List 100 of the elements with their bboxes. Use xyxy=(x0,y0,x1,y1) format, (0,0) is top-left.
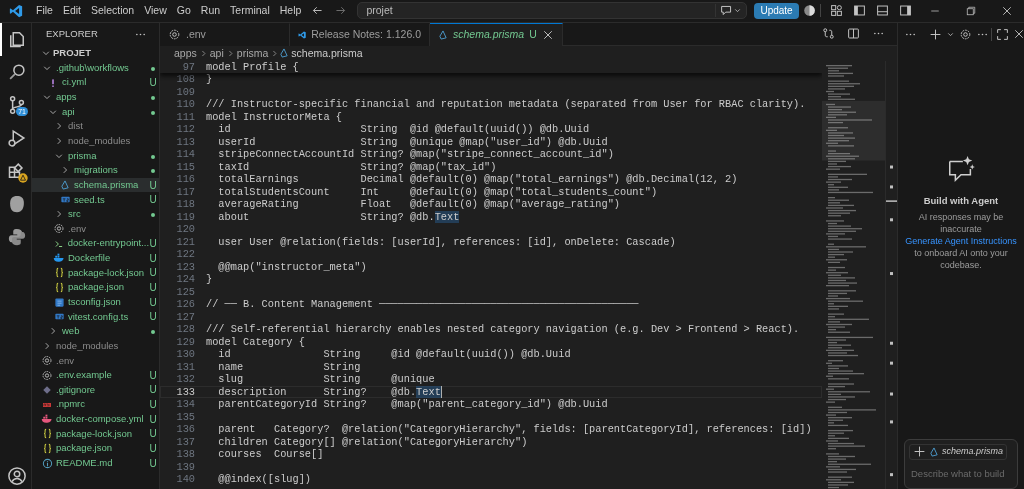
explorer-entry[interactable]: package.json U xyxy=(32,441,159,456)
breadcrumb-item[interactable]: api xyxy=(209,45,224,62)
python-icon xyxy=(7,227,27,248)
chat-icon xyxy=(720,4,734,18)
code-line: /// Self-referential hierarchy enables nested category navigation (e.g. Dev > Frontend > React). xyxy=(206,323,800,336)
app-icon xyxy=(7,194,27,215)
explorer-entry[interactable]: seed.ts U xyxy=(32,192,159,207)
code-line: slug String @unique xyxy=(217,373,435,386)
chat-input-field[interactable]: Describe what to build xyxy=(909,466,1013,481)
explorer-entry[interactable]: package.json U xyxy=(32,280,159,295)
explorer-entry[interactable]: Dockerfile U xyxy=(32,250,159,266)
explorer-folder[interactable]: api xyxy=(32,104,159,120)
run-debug-icon xyxy=(7,128,27,149)
folder-header[interactable]: PROJET xyxy=(32,45,159,61)
json-file-icon xyxy=(53,267,65,279)
editor-tab[interactable]: .env xyxy=(160,22,290,46)
explorer-entry[interactable]: vitest.config.ts U xyxy=(32,309,159,325)
breadcrumb-item[interactable]: apps xyxy=(174,45,197,62)
explorer-entry[interactable]: tsconfig.json U xyxy=(32,294,159,310)
status-dot-icon xyxy=(149,167,157,176)
menu-item[interactable]: Run xyxy=(195,3,226,19)
menu-item[interactable]: Terminal xyxy=(225,3,275,19)
explorer-entry[interactable]: package-lock.json U xyxy=(32,426,159,442)
code-line: stripeConnectAccountId String? @map("stripe_connect_account_id") xyxy=(217,148,614,161)
account-icon xyxy=(7,466,27,486)
source-control-icon xyxy=(7,95,27,116)
status-dot-icon xyxy=(149,152,157,161)
explorer-entry[interactable]: .npmrc U xyxy=(32,397,159,412)
explorer-entry[interactable]: README.md U xyxy=(32,455,159,471)
explorer-entry[interactable]: .env.example U xyxy=(32,368,159,383)
explorer-entry[interactable]: schema.prisma U xyxy=(32,177,159,193)
explorer-entry[interactable]: docker-compose.yml U xyxy=(32,411,159,427)
menu-item[interactable]: Help xyxy=(274,3,307,19)
menu-item[interactable]: Selection xyxy=(86,3,140,19)
breadcrumb-item[interactable]: schema.prisma xyxy=(291,45,363,62)
status-dot-icon xyxy=(149,64,157,73)
explorer-folder[interactable]: dist xyxy=(32,119,159,134)
customize-layout-icon xyxy=(830,4,843,18)
docker-compose-file-icon xyxy=(41,413,53,426)
breadcrumb-item[interactable]: prisma xyxy=(236,45,269,62)
explorer-folder[interactable]: src xyxy=(32,206,159,222)
close-icon xyxy=(1001,4,1013,17)
restore-icon xyxy=(965,4,977,17)
code-line: taxId String? @map("tax_id") xyxy=(217,160,497,174)
docker-file-icon xyxy=(53,252,65,265)
line-number: 112 xyxy=(175,123,196,136)
explorer-folder[interactable]: migrations xyxy=(32,163,159,178)
search-field[interactable]: projet xyxy=(358,3,689,19)
code-line: parent Category? @relation("CategoryHierarchy", fields: [parentCategoryId], references: [id]) xyxy=(217,423,812,436)
explorer-folder[interactable]: apps xyxy=(32,89,159,105)
line-number: 134 xyxy=(175,398,196,411)
explorer-folder[interactable]: web xyxy=(32,324,159,339)
chevron-right-icon xyxy=(270,48,280,58)
menu-item[interactable]: View xyxy=(139,3,172,19)
explorer-entry[interactable]: .env xyxy=(32,353,159,368)
menu-item[interactable]: Edit xyxy=(57,3,86,19)
code-line: totalEarnings Decimal @default(0) @map("total_earnings") @db.Decimal(12, 2) xyxy=(217,173,738,186)
line-number: 138 xyxy=(175,448,196,461)
code-line: totalStudentsCount Int @default(0) @map("total_students_count") xyxy=(217,185,658,199)
code-line: courses Course[] xyxy=(217,448,324,461)
explorer-entry[interactable]: ci.yml U xyxy=(32,75,159,90)
code-line: model InstructorMeta { xyxy=(206,110,342,124)
code-line: id String @id @default(uuid()) @db.Uuid xyxy=(217,348,571,361)
code-line: id String @id @default(uuid()) @db.Uuid xyxy=(217,123,590,136)
code-line: description String? @db.Text xyxy=(217,385,441,399)
code-line: model Category { xyxy=(206,335,305,349)
settings-file-icon xyxy=(41,368,53,382)
menu-item[interactable]: File xyxy=(31,3,58,19)
line-number: 135 xyxy=(175,410,196,424)
split-editor-icon xyxy=(847,27,860,41)
line-number: 126 xyxy=(175,298,196,311)
menu-item[interactable]: Go xyxy=(171,3,196,19)
code-line: @@index([slug]) xyxy=(217,473,312,486)
chat-input-box[interactable]: schema.prisma Describe what to build xyxy=(904,439,1018,489)
chat-title: Build with Agent xyxy=(923,193,999,208)
explorer-entry[interactable]: .env xyxy=(32,221,159,237)
compare-changes-icon xyxy=(822,27,835,41)
line-number: 120 xyxy=(175,223,196,236)
agent-instructions-link[interactable]: Generate Agent Instructions xyxy=(905,234,1017,247)
chevron-right-icon xyxy=(54,121,64,132)
update-button[interactable]: Update xyxy=(754,2,799,19)
explorer-folder[interactable]: prisma xyxy=(32,148,159,164)
editor-tab[interactable]: schema.prisma U xyxy=(430,22,563,46)
explorer-entry[interactable]: docker-entrypoint...U xyxy=(32,236,159,251)
line-number: 108 xyxy=(175,73,196,86)
line-number: 125 xyxy=(175,285,196,299)
explorer-entry[interactable]: .gitignore U xyxy=(32,382,159,398)
explorer-folder[interactable]: node_modules xyxy=(32,338,159,354)
status-dot-icon xyxy=(149,211,157,220)
editor-tab[interactable]: Release Notes: 1.126.0 xyxy=(290,22,430,46)
status-dot-icon xyxy=(149,94,157,102)
code-line: // ── B. Content Management ────────────────────────────────────────── xyxy=(206,298,639,311)
explorer-folder[interactable]: node_modules xyxy=(32,133,159,149)
context-file-chip[interactable]: schema.prisma xyxy=(909,444,1008,460)
maximize-button[interactable] xyxy=(991,27,1011,41)
line-number: 121 xyxy=(175,235,196,249)
command-center-field[interactable]: projet xyxy=(357,2,748,20)
explorer-folder[interactable]: .github\workflows xyxy=(32,60,159,76)
line-number: 131 xyxy=(175,360,196,374)
explorer-entry[interactable]: package-lock.json U xyxy=(32,265,159,281)
